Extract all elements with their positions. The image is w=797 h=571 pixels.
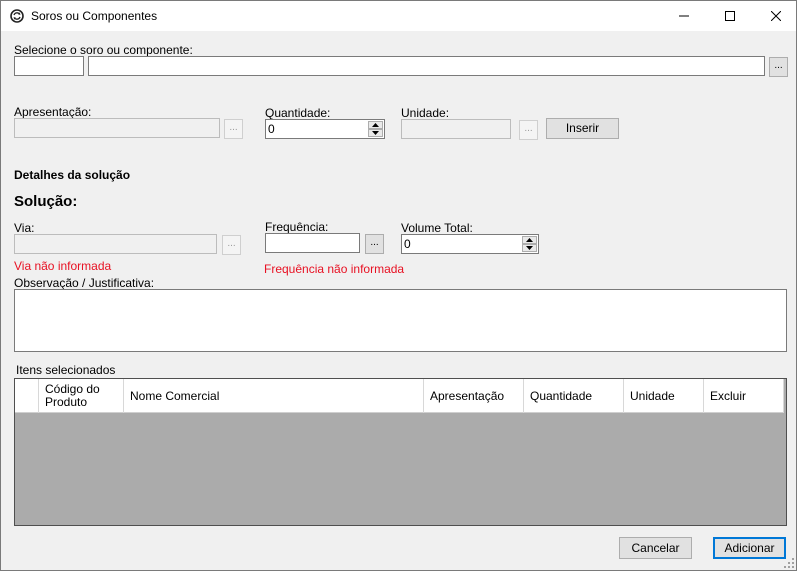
arrow-down-icon [372,131,379,135]
cancel-button[interactable]: Cancelar [619,537,692,559]
quantidade-stepper[interactable]: 0 [265,119,385,139]
via-error-text: Via não informada [14,259,112,273]
title-bar[interactable]: Soros ou Componentes [1,1,796,31]
apresentacao-input[interactable] [14,118,220,138]
maximize-button[interactable] [707,1,753,31]
window-title: Soros ou Componentes [31,9,158,23]
grid-header-row: Código do Produto Nome Comercial Apresen… [15,379,784,413]
quantidade-up-button[interactable] [368,121,383,129]
volume-total-stepper[interactable]: 0 [401,234,539,254]
column-header-apresentacao[interactable]: Apresentação [424,379,524,413]
volume-total-down-button[interactable] [522,244,537,252]
itens-grid[interactable]: Código do Produto Nome Comercial Apresen… [14,378,787,526]
inserir-button[interactable]: Inserir [546,118,619,139]
arrow-down-icon [526,246,533,250]
observacao-label: Observação / Justificativa: [14,276,155,290]
column-header-nome-comercial[interactable]: Nome Comercial [124,379,424,413]
component-name-input[interactable] [88,56,765,76]
apresentacao-browse-button[interactable]: ... [224,119,243,139]
column-header-quantidade[interactable]: Quantidade [524,379,624,413]
column-header-codigo[interactable]: Código do Produto [39,379,124,413]
resize-grip-icon[interactable] [784,558,794,568]
frequencia-input[interactable] [265,233,360,253]
frequencia-browse-button[interactable]: ... [365,234,384,254]
column-header-unidade[interactable]: Unidade [624,379,704,413]
close-icon [771,11,781,21]
observacao-textarea[interactable] [14,289,787,352]
via-browse-button[interactable]: ... [222,235,241,255]
minimize-button[interactable] [661,1,707,31]
grid-row-header-corner [15,379,39,413]
volume-total-up-button[interactable] [522,236,537,244]
via-input[interactable] [14,234,217,254]
quantidade-value: 0 [268,122,275,136]
add-button[interactable]: Adicionar [713,537,786,559]
column-header-excluir[interactable]: Excluir [704,379,784,413]
close-button[interactable] [753,1,797,31]
maximize-icon [725,11,735,21]
quantidade-label: Quantidade: [265,106,331,120]
frequencia-label: Frequência: [265,220,329,234]
dialog-window: Soros ou Componentes Selecione o soro ou… [0,0,797,571]
minimize-icon [679,15,689,17]
via-label: Via: [14,221,35,235]
circular-arrows-icon [10,9,24,23]
volume-total-value: 0 [404,237,411,251]
arrow-up-icon [372,123,379,127]
unidade-input[interactable] [401,119,511,139]
apresentacao-label: Apresentação: [14,105,92,119]
component-code-input[interactable] [14,56,84,76]
detalhes-heading: Detalhes da solução [14,168,131,182]
itens-label: Itens selecionados [16,363,116,377]
quantidade-down-button[interactable] [368,129,383,137]
selector-label: Selecione o soro ou componente: [14,43,193,57]
frequencia-error-text: Frequência não informada [264,262,405,276]
unidade-label: Unidade: [401,106,450,120]
component-browse-button[interactable]: ... [769,57,788,77]
unidade-browse-button[interactable]: ... [519,120,538,140]
volume-total-label: Volume Total: [401,221,473,235]
solucao-heading: Solução: [14,193,78,210]
arrow-up-icon [526,238,533,242]
